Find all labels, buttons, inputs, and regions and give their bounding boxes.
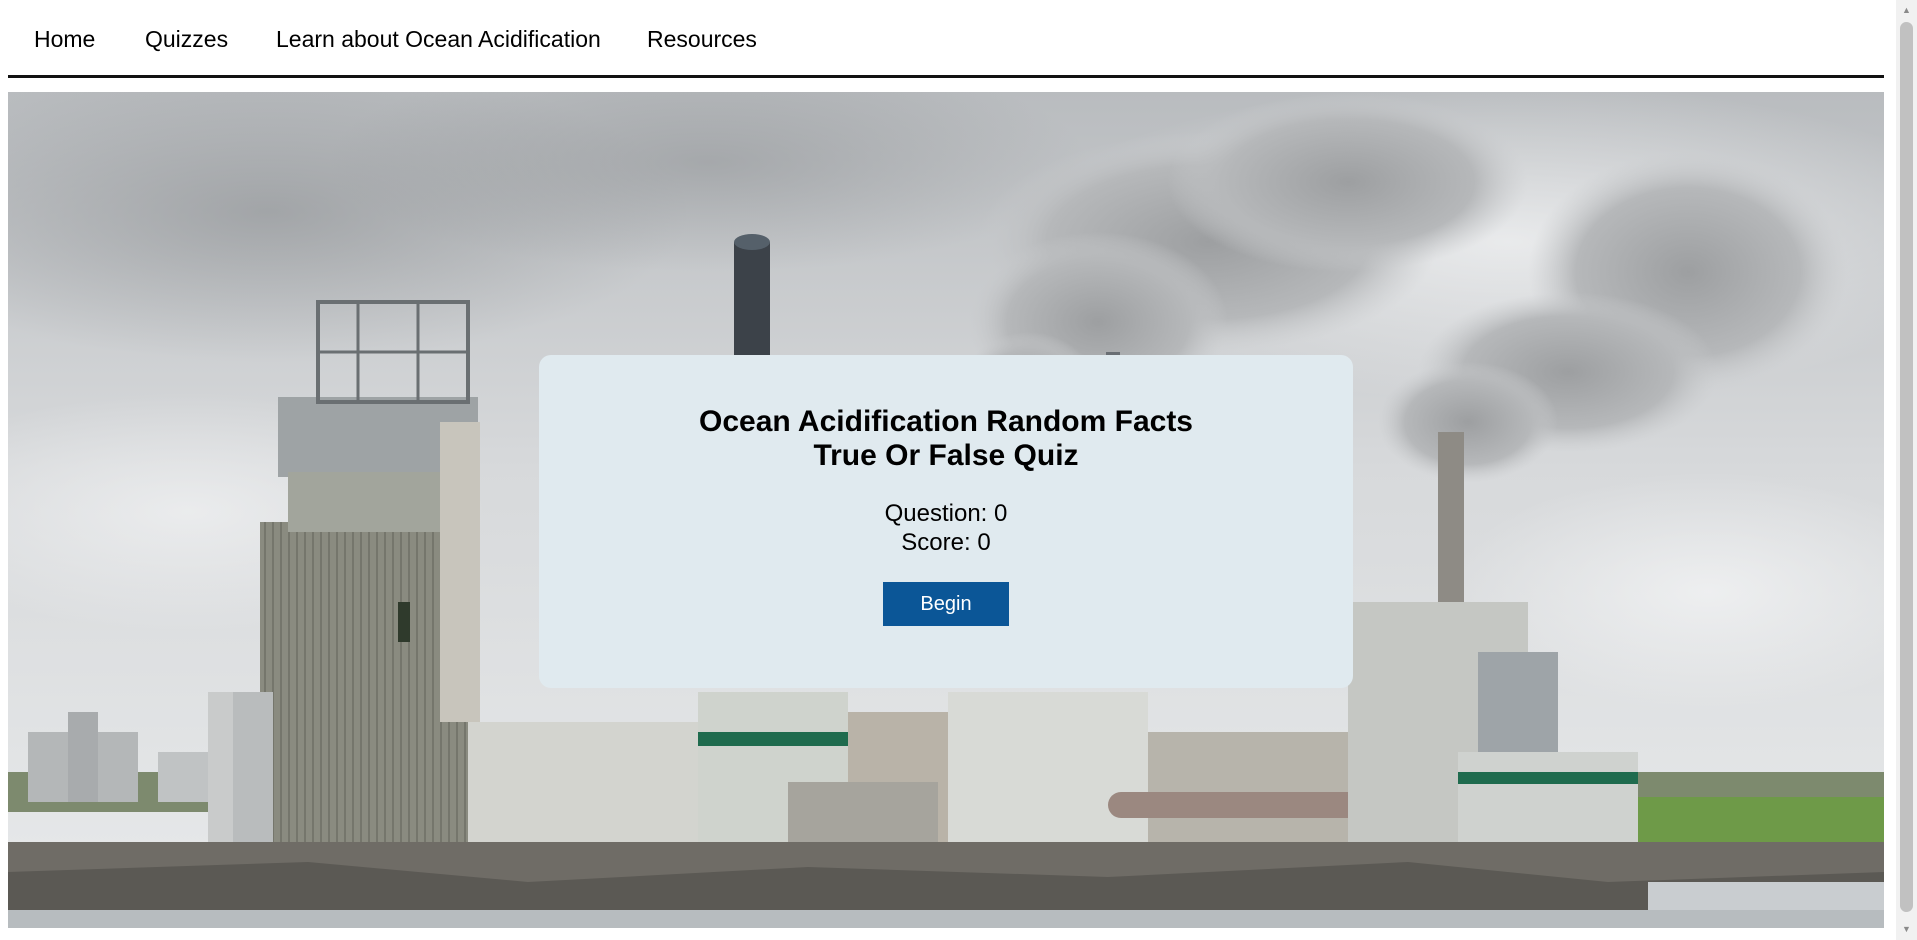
nav-quizzes-link[interactable]: Quizzes <box>145 26 228 53</box>
scrollbar-thumb[interactable] <box>1900 22 1913 912</box>
question-counter: Question: 0 <box>884 500 1008 527</box>
top-nav: Home Quizzes Learn about Ocean Acidifica… <box>8 0 1884 78</box>
triangle-up-icon[interactable]: ▲ <box>1896 2 1917 19</box>
nav-resources-link[interactable]: Resources <box>647 26 757 53</box>
page-scrollbar[interactable]: ▲ ▼ <box>1896 0 1917 940</box>
score-counter: Score: 0 <box>901 529 991 556</box>
quiz-card: Ocean Acidification Random Facts True Or… <box>539 355 1353 688</box>
begin-button[interactable]: Begin <box>883 582 1009 626</box>
nav-home-link[interactable]: Home <box>34 26 95 53</box>
quiz-stats: Question: 0 Score: 0 <box>539 499 1353 557</box>
quiz-title-line-1: Ocean Acidification Random Facts <box>699 405 1193 438</box>
quiz-title-line-2: True Or False Quiz <box>813 439 1079 472</box>
triangle-down-icon[interactable]: ▼ <box>1896 921 1917 938</box>
nav-learn-link[interactable]: Learn about Ocean Acidification <box>276 26 601 53</box>
quiz-title: Ocean Acidification Random Facts True Or… <box>539 405 1353 473</box>
